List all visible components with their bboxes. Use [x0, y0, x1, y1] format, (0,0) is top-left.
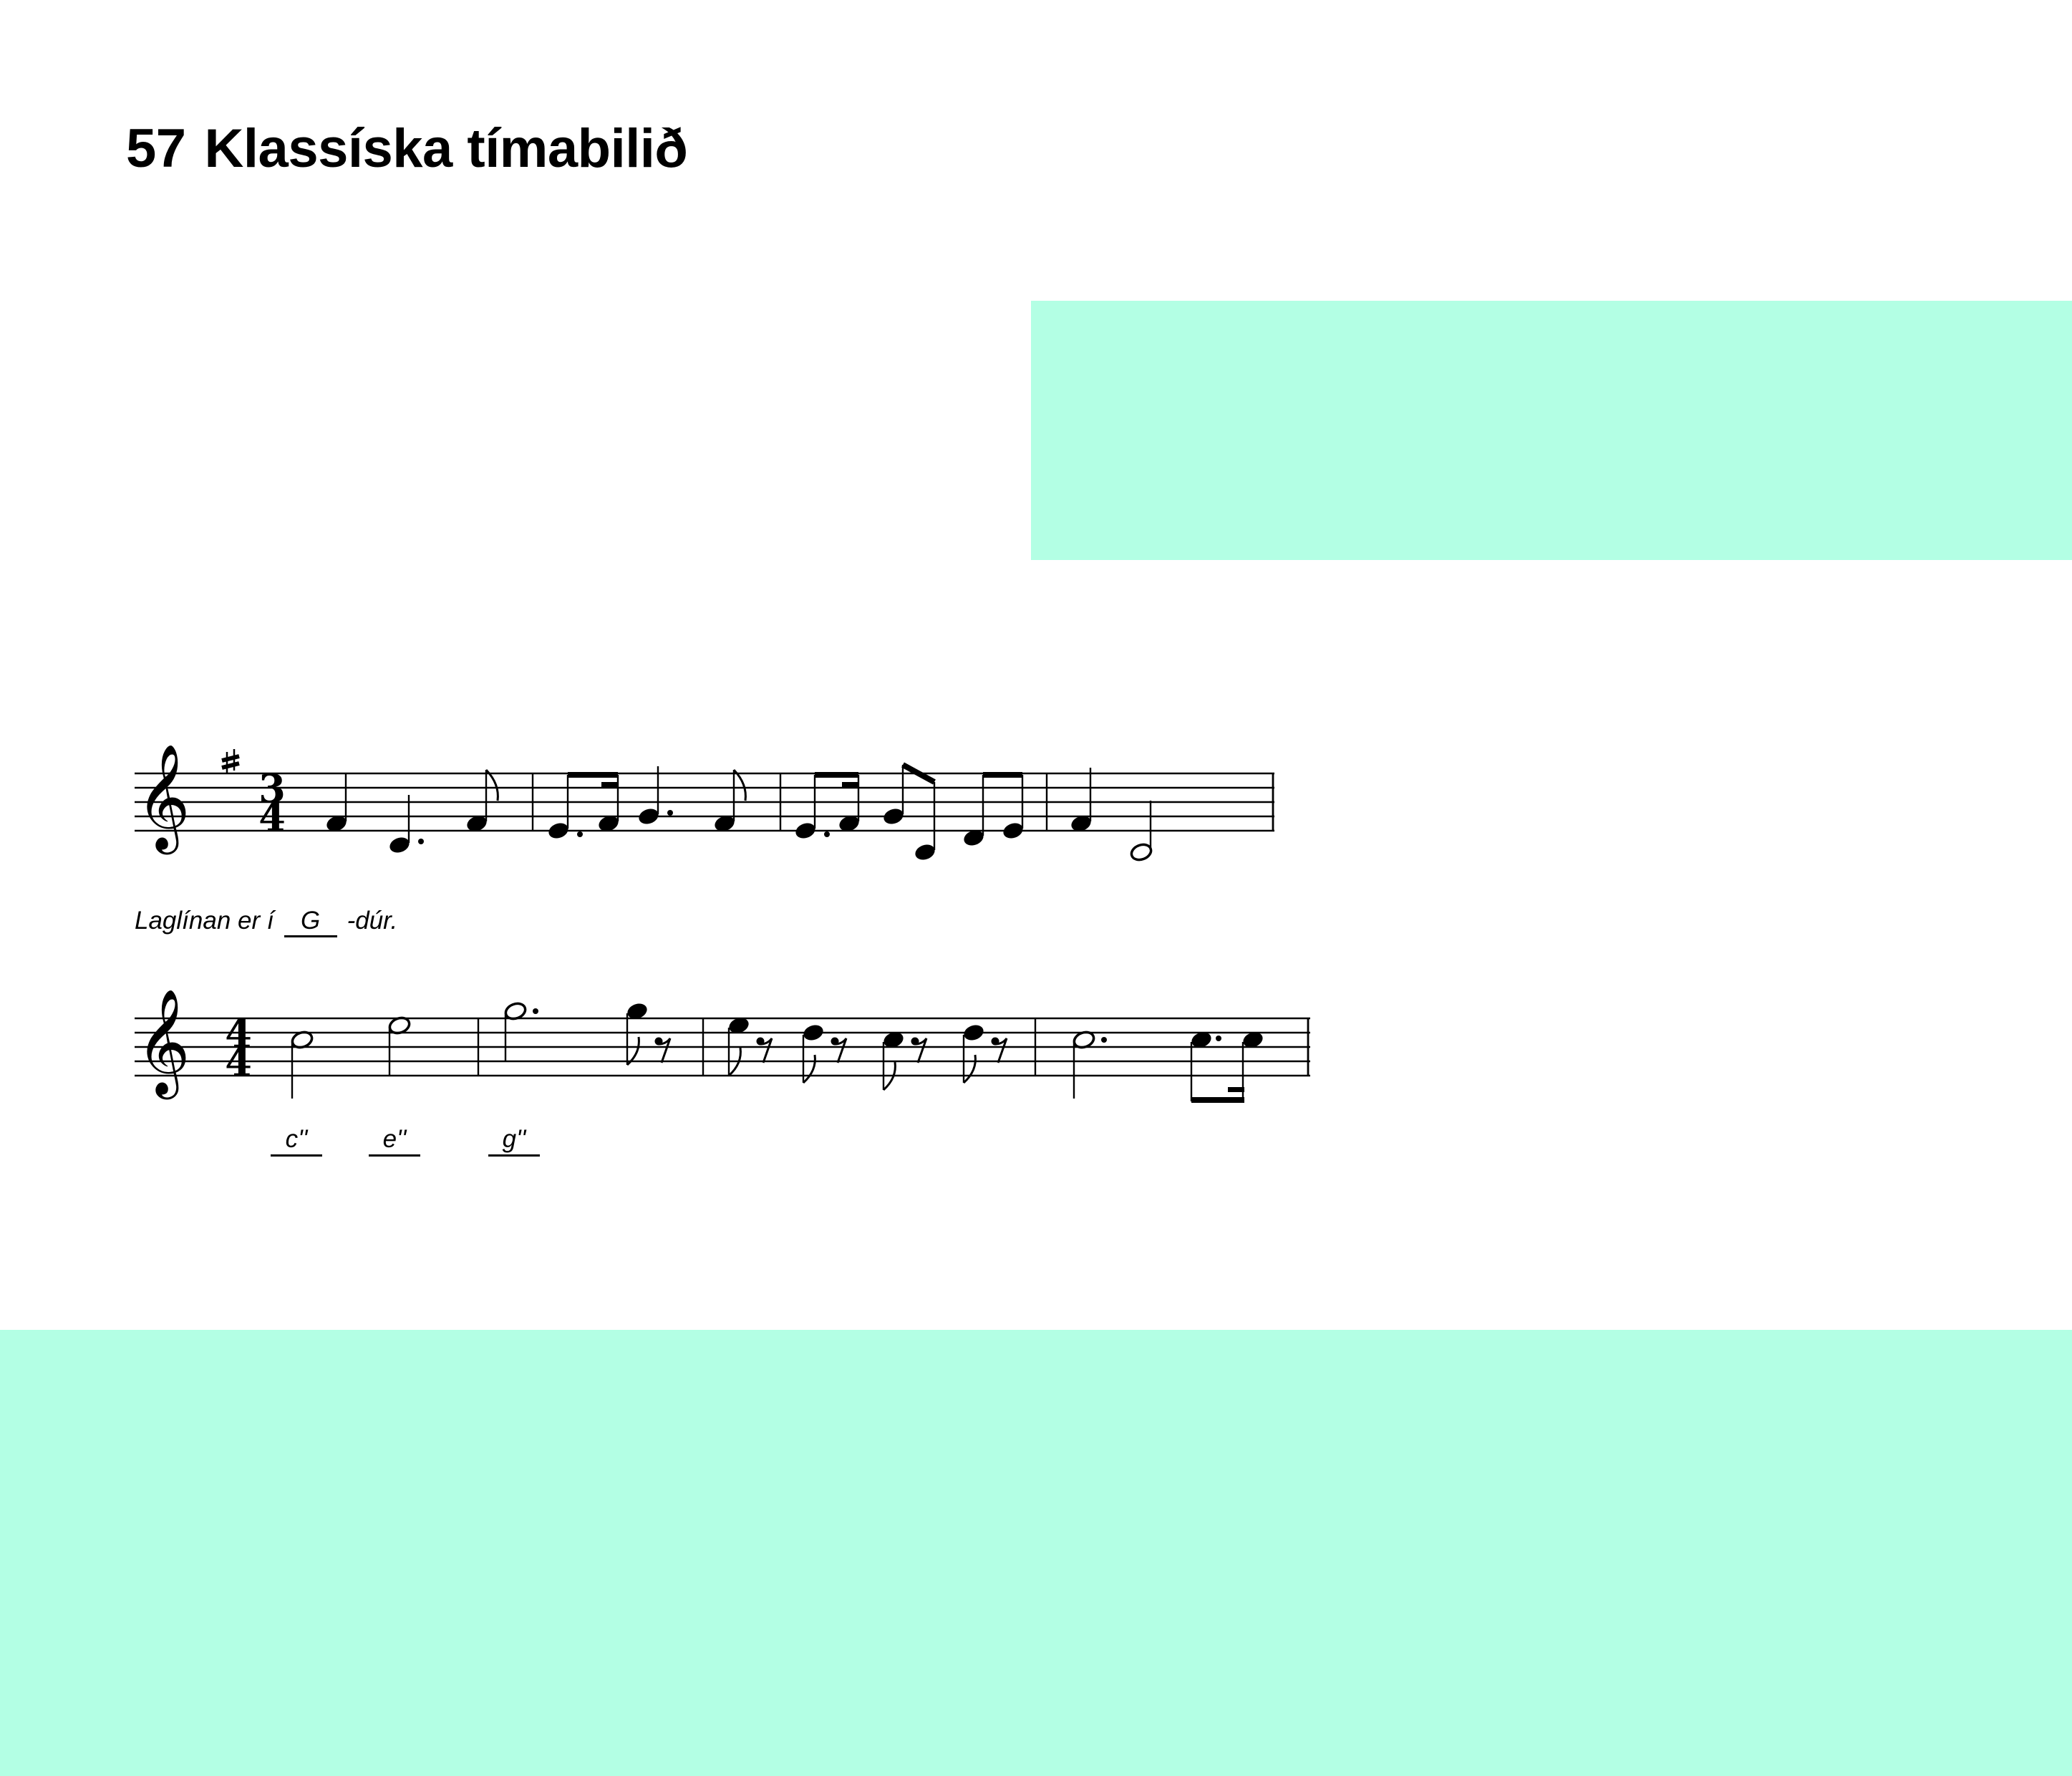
- staff-lines: [135, 772, 1274, 832]
- sharp-icon: [221, 749, 240, 773]
- note: [1003, 823, 1023, 839]
- staff-lines: [135, 1017, 1310, 1077]
- measure-1: [291, 1016, 411, 1099]
- measure-1: [326, 768, 499, 853]
- exercise-number: 57: [126, 118, 186, 179]
- note-answer-1: c'': [271, 1124, 322, 1157]
- staff-exercise-1: 𝄞 3 4: [135, 743, 1274, 862]
- eighth-rest-icon: [831, 1037, 848, 1063]
- eighth-rest-icon: [991, 1037, 1008, 1063]
- mint-box-top: [1031, 301, 2072, 560]
- note: [803, 1025, 823, 1041]
- time-signature-4-4: 4 4: [225, 1010, 252, 1085]
- caption-suffix: -dúr.: [347, 907, 398, 935]
- note: [548, 823, 568, 839]
- eighth-rest-icon: [911, 1037, 928, 1063]
- note: [795, 823, 815, 839]
- eighth-rest-icon: [654, 1037, 672, 1063]
- note: [1130, 843, 1153, 862]
- treble-clef-icon: 𝄞: [136, 988, 190, 1099]
- treble-clef-icon: 𝄞: [136, 743, 190, 854]
- measure-3: [727, 1018, 1008, 1091]
- caption-prefix: Laglínan er í: [135, 907, 274, 935]
- note-answer-2: e'': [369, 1124, 420, 1157]
- note: [964, 1025, 984, 1041]
- note: [389, 837, 410, 853]
- page-heading: 57 Klassíska tímabilið: [126, 122, 688, 176]
- note: [883, 809, 904, 824]
- measure-4: [1073, 1031, 1263, 1103]
- measure-2: [548, 766, 747, 839]
- staff-exercise-2: 𝄞 4 4: [135, 988, 1310, 1103]
- svg-text:4: 4: [258, 794, 286, 840]
- page-title: Klassíska tímabilið: [204, 118, 688, 179]
- measure-4: [1071, 768, 1153, 862]
- time-signature-3-4: 3 4: [258, 766, 286, 840]
- key-answer: G: [284, 907, 337, 937]
- measure-3: [795, 762, 1024, 860]
- note: [915, 844, 935, 860]
- note: [639, 809, 659, 824]
- key-caption: Laglínan er í G -dúr.: [135, 907, 397, 937]
- eighth-rest-icon: [756, 1037, 773, 1063]
- mint-box-bottom: [0, 1330, 2072, 1776]
- svg-text:4: 4: [225, 1039, 252, 1085]
- note-answer-3: g'': [488, 1124, 540, 1157]
